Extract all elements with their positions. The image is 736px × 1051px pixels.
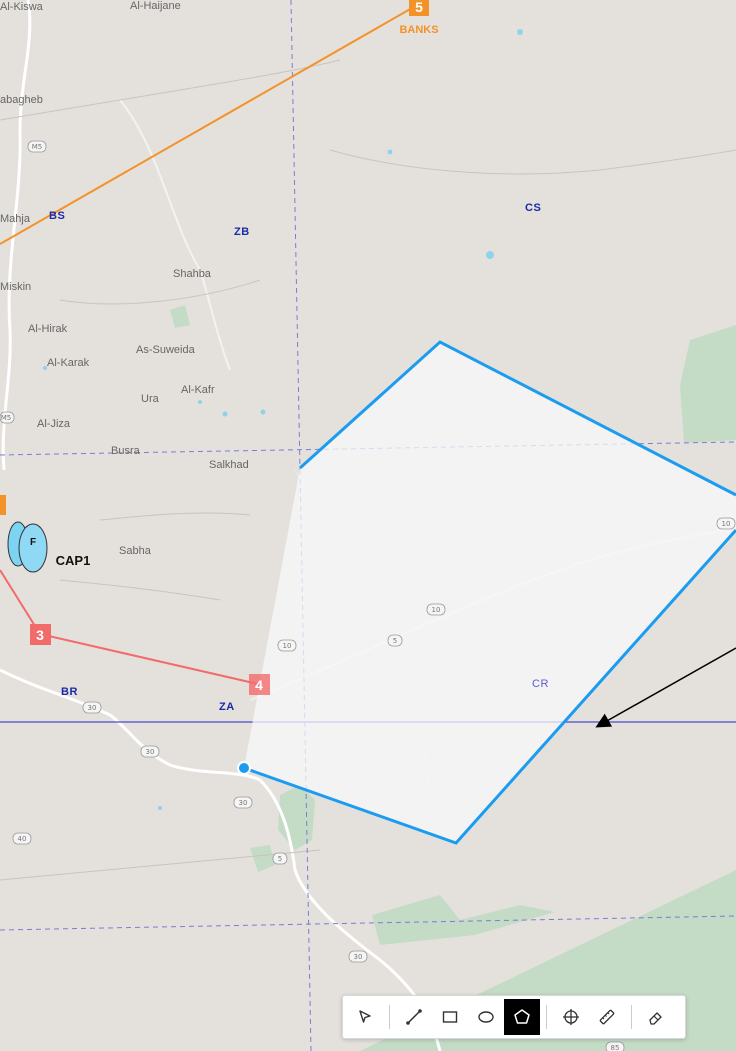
toolbar-divider: [631, 1005, 632, 1029]
svg-text:85: 85: [611, 1044, 620, 1051]
place-label: Miskin: [0, 281, 31, 293]
svg-text:30: 30: [146, 748, 155, 756]
polygon-icon: [514, 1009, 530, 1024]
erase-tool-button[interactable]: [638, 999, 674, 1035]
polygon-vertex-handle[interactable]: [237, 761, 251, 775]
place-label: Al-Kiswa: [0, 1, 44, 13]
svg-text:5: 5: [393, 637, 397, 645]
line-icon: [406, 1009, 422, 1025]
sector-label-br: BR: [61, 686, 78, 698]
rectangle-tool-button[interactable]: [432, 999, 468, 1035]
ellipse-tool-button[interactable]: [468, 999, 504, 1035]
measure-tool-button[interactable]: [589, 999, 625, 1035]
rectangle-icon: [442, 1011, 458, 1023]
svg-text:40: 40: [18, 835, 27, 843]
toolbar-divider: [389, 1005, 390, 1029]
svg-text:10: 10: [283, 642, 292, 650]
place-label: Al-Kafr: [181, 384, 215, 396]
eraser-icon: [649, 1012, 662, 1025]
place-label: Sabha: [119, 545, 152, 557]
sector-label-cs: CS: [525, 202, 541, 214]
place-label: abagheb: [0, 94, 43, 106]
polygon-tool-button[interactable]: [504, 999, 540, 1035]
sector-label-cr: CR: [532, 678, 549, 690]
drawing-toolbar: [342, 995, 686, 1039]
ellipse-icon: [478, 1011, 494, 1023]
place-label: Al-Haijane: [130, 0, 181, 12]
place-label: Shahba: [173, 268, 212, 280]
ruler-icon: [599, 1009, 615, 1025]
place-label: Al-Jiza: [37, 418, 71, 430]
svg-text:30: 30: [88, 704, 97, 712]
waypoint-label: BANKS: [399, 24, 438, 36]
map-canvas[interactable]: 5 BANKS 3 4 F CAP1 Al-Kiswa Al-Haijane a…: [0, 0, 736, 1051]
place-label: Al-Hirak: [28, 323, 68, 335]
svg-text:F: F: [30, 537, 36, 548]
svg-text:3: 3: [36, 627, 44, 643]
sector-label-za: ZA: [219, 701, 235, 713]
place-label: Busra: [111, 445, 141, 457]
svg-text:30: 30: [239, 799, 248, 807]
svg-text:4: 4: [255, 677, 263, 693]
svg-text:M5: M5: [1, 414, 12, 422]
waypoint-3[interactable]: 3: [30, 624, 51, 645]
place-label: Ura: [141, 393, 160, 405]
place-label: Salkhad: [209, 459, 249, 471]
place-label: As-Suweida: [136, 344, 196, 356]
svg-text:M5: M5: [32, 143, 43, 151]
toolbar-divider: [546, 1005, 547, 1029]
crosshair-tool-button[interactable]: [553, 999, 589, 1035]
place-label: Al-Karak: [47, 357, 90, 369]
sector-label-bs: BS: [49, 210, 65, 222]
offscreen-waypoint-marker[interactable]: [0, 495, 6, 515]
place-label: Mahja: [0, 213, 31, 225]
line-tool-button[interactable]: [396, 999, 432, 1035]
svg-text:5: 5: [415, 0, 423, 15]
cap-label: CAP1: [56, 553, 91, 568]
svg-text:10: 10: [722, 520, 731, 528]
svg-text:5: 5: [278, 855, 282, 863]
pointer-icon: [359, 1010, 371, 1023]
crosshair-icon: [563, 1009, 579, 1025]
sector-label-zb: ZB: [234, 226, 250, 238]
select-tool-button[interactable]: [347, 999, 383, 1035]
svg-text:30: 30: [354, 953, 363, 961]
svg-text:10: 10: [432, 606, 441, 614]
waypoint-4[interactable]: 4: [249, 674, 270, 695]
